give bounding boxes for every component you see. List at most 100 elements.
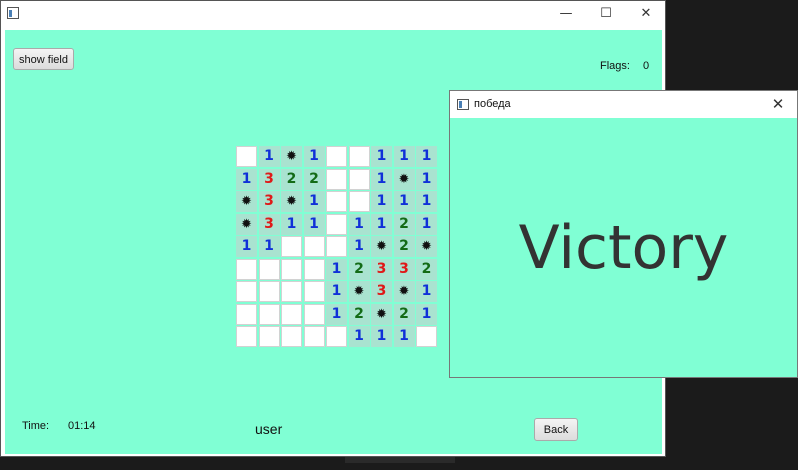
- title-bar: — ☐ ✕: [1, 1, 665, 27]
- number-cell[interactable]: 3: [258, 168, 280, 190]
- number-cell[interactable]: 1: [303, 146, 325, 167]
- number-cell[interactable]: 2: [303, 168, 325, 190]
- number-cell[interactable]: 2: [348, 303, 370, 325]
- mine-cell[interactable]: ✹: [371, 303, 392, 325]
- closed-cell[interactable]: [236, 258, 257, 280]
- number-cell[interactable]: 1: [326, 303, 347, 325]
- number-cell[interactable]: 1: [416, 281, 437, 302]
- closed-cell[interactable]: [258, 326, 280, 347]
- number-cell[interactable]: 2: [393, 236, 415, 257]
- mine-cell[interactable]: ✹: [348, 281, 370, 302]
- mine-cell[interactable]: ✹: [281, 191, 302, 212]
- closed-cell[interactable]: [326, 213, 347, 235]
- mine-icon: ✹: [421, 239, 432, 254]
- closed-cell[interactable]: [281, 281, 302, 302]
- number-cell[interactable]: 1: [416, 168, 437, 190]
- closed-cell[interactable]: [236, 326, 257, 347]
- number-cell[interactable]: 1: [326, 281, 347, 302]
- app-icon: [7, 7, 19, 19]
- closed-cell[interactable]: [281, 258, 302, 280]
- number-cell[interactable]: 2: [348, 258, 370, 280]
- mine-icon: ✹: [353, 284, 365, 299]
- mine-cell[interactable]: ✹: [393, 281, 415, 302]
- number-cell[interactable]: 3: [258, 213, 280, 235]
- back-button[interactable]: Back: [534, 418, 578, 441]
- closed-cell[interactable]: [281, 236, 302, 257]
- number-cell[interactable]: 1: [348, 236, 370, 257]
- flags-count: 0: [643, 60, 650, 72]
- closed-cell[interactable]: [326, 326, 347, 347]
- mine-cell[interactable]: ✹: [371, 236, 392, 257]
- closed-cell[interactable]: [236, 303, 257, 325]
- mine-cell[interactable]: ✹: [236, 191, 257, 212]
- number-cell[interactable]: 1: [258, 236, 280, 257]
- mine-cell[interactable]: ✹: [236, 213, 257, 235]
- mine-cell[interactable]: ✹: [281, 146, 302, 167]
- number-cell[interactable]: 2: [281, 168, 302, 190]
- username-label: user: [255, 421, 283, 437]
- number-cell[interactable]: 1: [416, 213, 437, 235]
- number-cell[interactable]: 2: [393, 213, 415, 235]
- show-field-button[interactable]: show field: [13, 48, 74, 70]
- number-cell[interactable]: 2: [416, 258, 437, 280]
- number-cell[interactable]: 1: [236, 168, 257, 190]
- number-cell[interactable]: 1: [416, 303, 437, 325]
- minimize-button[interactable]: —: [546, 1, 586, 27]
- dialog-close-button[interactable]: ✕: [765, 91, 791, 118]
- time-value: 01:14: [68, 420, 96, 432]
- number-cell[interactable]: 1: [348, 326, 370, 347]
- mine-icon: ✹: [398, 171, 410, 187]
- closed-cell[interactable]: [281, 326, 302, 347]
- number-cell[interactable]: 1: [416, 146, 437, 167]
- closed-cell[interactable]: [326, 146, 347, 167]
- number-cell[interactable]: 1: [393, 326, 415, 347]
- minefield-grid: 1 ✹ 1 1 1 1 1 3 2 2 1 ✹ 1 ✹ 3 ✹ 1 1 1 1 ✹ 3 1 1 1 1 2 1 1 1 1 ✹ 2 ✹ 1 2 3 3 2 1…: [236, 146, 437, 347]
- number-cell[interactable]: 1: [371, 213, 392, 235]
- number-cell[interactable]: 3: [393, 258, 415, 280]
- number-cell[interactable]: 3: [371, 281, 392, 302]
- number-cell[interactable]: 3: [258, 191, 280, 212]
- closed-cell[interactable]: [303, 303, 325, 325]
- number-cell[interactable]: 1: [371, 146, 392, 167]
- closed-cell[interactable]: [236, 146, 257, 167]
- number-cell[interactable]: 1: [371, 168, 392, 190]
- number-cell[interactable]: 3: [371, 258, 392, 280]
- mine-icon: ✹: [286, 194, 297, 209]
- closed-cell[interactable]: [236, 281, 257, 302]
- number-cell[interactable]: 1: [303, 191, 325, 212]
- number-cell[interactable]: 2: [393, 303, 415, 325]
- number-cell[interactable]: 1: [416, 191, 437, 212]
- closed-cell[interactable]: [303, 236, 325, 257]
- closed-cell[interactable]: [348, 146, 370, 167]
- number-cell[interactable]: 1: [281, 213, 302, 235]
- mine-icon: ✹: [376, 306, 387, 322]
- closed-cell[interactable]: [303, 258, 325, 280]
- mine-cell[interactable]: ✹: [416, 236, 437, 257]
- closed-cell[interactable]: [326, 236, 347, 257]
- closed-cell[interactable]: [326, 191, 347, 212]
- number-cell[interactable]: 1: [236, 236, 257, 257]
- closed-cell[interactable]: [258, 303, 280, 325]
- number-cell[interactable]: 1: [348, 213, 370, 235]
- mine-cell[interactable]: ✹: [393, 168, 415, 190]
- flags-label: Flags:: [600, 60, 630, 72]
- closed-cell[interactable]: [348, 191, 370, 212]
- closed-cell[interactable]: [303, 281, 325, 302]
- closed-cell[interactable]: [281, 303, 302, 325]
- closed-cell[interactable]: [303, 326, 325, 347]
- number-cell[interactable]: 1: [371, 326, 392, 347]
- number-cell[interactable]: 1: [371, 191, 392, 212]
- closed-cell[interactable]: [258, 258, 280, 280]
- closed-cell[interactable]: [326, 168, 347, 190]
- closed-cell[interactable]: [416, 326, 437, 347]
- maximize-button[interactable]: ☐: [586, 1, 626, 27]
- number-cell[interactable]: 1: [393, 191, 415, 212]
- closed-cell[interactable]: [348, 168, 370, 190]
- number-cell[interactable]: 1: [303, 213, 325, 235]
- closed-cell[interactable]: [258, 281, 280, 302]
- close-button[interactable]: ✕: [626, 1, 666, 27]
- number-cell[interactable]: 1: [393, 146, 415, 167]
- dialog-body: Victory: [450, 118, 797, 377]
- number-cell[interactable]: 1: [326, 258, 347, 280]
- number-cell[interactable]: 1: [258, 146, 280, 167]
